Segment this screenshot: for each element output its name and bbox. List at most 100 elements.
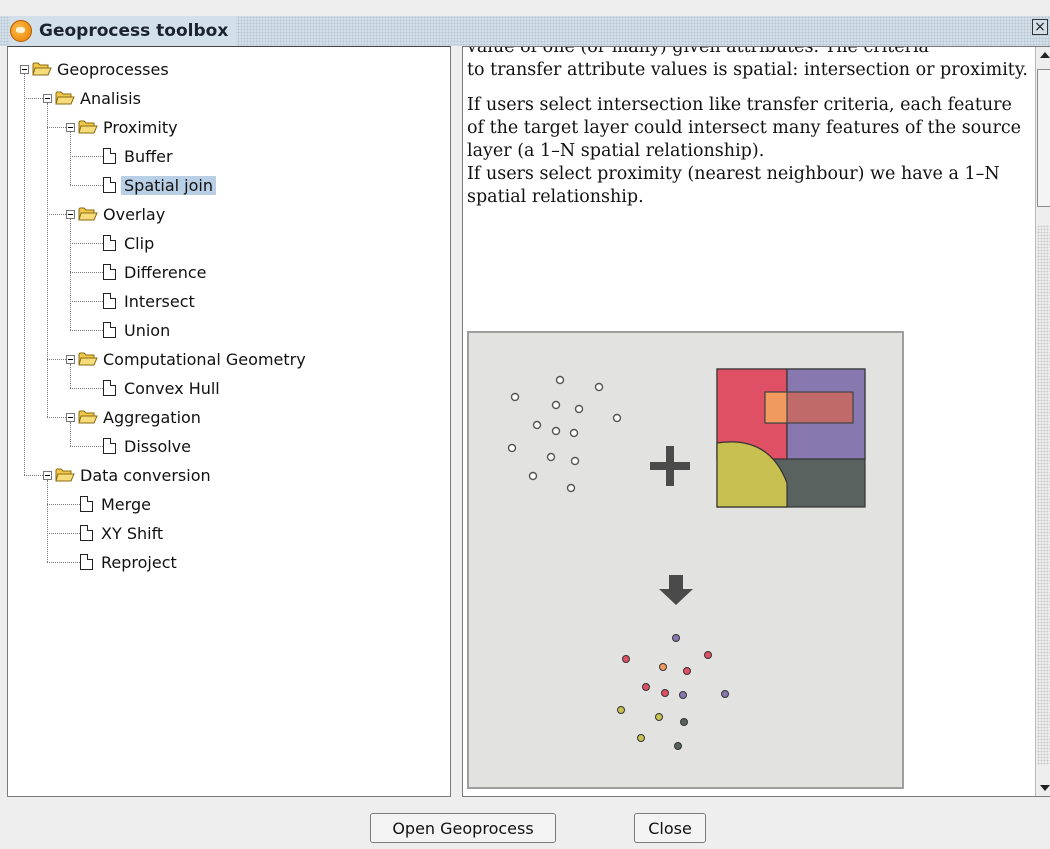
collapse-toggle-icon[interactable] [66,355,75,364]
collapse-toggle-icon[interactable] [66,123,75,132]
tree-node-merge[interactable]: Merge [80,492,151,516]
tree-connector-line [47,504,82,505]
tree-connector-line [47,480,48,562]
tree-connector-line [70,185,105,186]
tree-connector-line [70,364,71,388]
tree-node-intersect[interactable]: Intersect [103,289,195,313]
help-paragraph-2: If users select intersection like transf… [467,95,1022,161]
tree-connector-line [70,446,105,447]
tree-connector-line [70,330,105,331]
tree-node-buffer[interactable]: Buffer [103,144,173,168]
tree-node-label: Buffer [124,146,173,166]
title-bar: Geoprocess toolbox × [0,0,1050,46]
tree-node-dissolve[interactable]: Dissolve [103,434,191,458]
scroll-track[interactable] [1037,225,1050,765]
document-icon [80,496,93,512]
tree-node-label: Merge [101,494,151,514]
point [574,404,584,414]
folder-open-icon [78,119,98,135]
help-document: value of one (or many) given attributes.… [467,47,1032,209]
tree-node-computational-geometry[interactable]: Computational Geometry [78,347,306,371]
point [551,400,561,410]
tree-connector-line [70,243,105,244]
tree-node-proximity[interactable]: Proximity [78,115,178,139]
tree-node-union[interactable]: Union [103,318,170,342]
point [532,420,542,430]
tree-node-aggregation[interactable]: Aggregation [78,405,201,429]
tree-node-label: Reproject [101,552,177,572]
tree-node-overlay[interactable]: Overlay [78,202,165,226]
document-icon [103,177,116,193]
tree-connector-line [70,422,71,446]
point [655,713,663,721]
point [672,634,680,642]
window-close-button[interactable]: × [1032,19,1048,35]
document-icon [103,438,116,454]
collapse-toggle-icon[interactable] [66,210,75,219]
collapse-toggle-icon[interactable] [66,413,75,422]
result-points [617,634,729,750]
scroll-thumb[interactable] [1037,69,1050,207]
tree-node-data-conversion[interactable]: Data conversion [55,463,211,487]
gvsig-app-icon [10,20,32,42]
folder-open-icon [78,409,98,425]
tree-node-clip[interactable]: Clip [103,231,154,255]
close-button[interactable]: Close [634,813,706,843]
tree-node-label: Overlay [103,204,166,224]
tree-connector-line [70,272,105,273]
spatial-join-figure [467,331,904,789]
point [617,706,625,714]
point [570,456,580,466]
help-paragraph-1: to transfer attribute values is spatial:… [467,60,1028,80]
tree-node-reproject[interactable]: Reproject [80,550,177,574]
tree-node-geoprocesses[interactable]: Geoprocesses [32,57,169,81]
document-icon [103,380,116,396]
tree-connector-line [70,388,105,389]
document-icon [80,554,93,570]
tree-node-label: Spatial join [121,175,216,195]
geoprocess-tree: Geoprocesses Analisis Proximity Buffer Spati… [8,47,450,796]
window-title: Geoprocess toolbox [39,21,229,41]
document-icon [103,322,116,338]
folder-open-icon [32,61,52,77]
tree-node-label: Convex Hull [124,378,220,398]
plus-icon [650,446,690,486]
tree-node-xy-shift[interactable]: XY Shift [80,521,163,545]
point [680,718,688,726]
help-cut-line: value of one (or many) given attributes.… [467,46,929,57]
collapse-toggle-icon[interactable] [43,471,52,480]
tree-node-label: Computational Geometry [103,349,306,369]
point [683,667,691,675]
tree-node-analisis[interactable]: Analisis [55,86,141,110]
point [679,691,687,699]
document-icon [103,235,116,251]
tree-node-label: Geoprocesses [57,59,169,79]
help-vertical-scrollbar[interactable] [1035,47,1050,796]
point [659,663,667,671]
scroll-down-button[interactable] [1036,780,1050,796]
scroll-up-button[interactable] [1036,47,1050,63]
collapse-toggle-icon[interactable] [20,65,29,74]
help-panel: value of one (or many) given attributes.… [462,46,1050,797]
polygon-layer [716,368,866,508]
tree-connector-line [70,219,71,330]
tree-node-convex-hull[interactable]: Convex Hull [103,376,220,400]
tree-node-difference[interactable]: Difference [103,260,206,284]
help-paragraph-3: If users select proximity (nearest neigh… [467,164,1000,207]
tree-node-spatial-join[interactable]: Spatial join [103,173,216,197]
point [612,413,622,423]
point [637,734,645,742]
point [622,655,630,663]
pane-splitter[interactable] [451,46,462,797]
open-geoprocess-button[interactable]: Open Geoprocess [370,813,556,843]
collapse-toggle-icon[interactable] [43,94,52,103]
point [704,651,712,659]
tree-connector-line [70,156,105,157]
folder-open-icon [55,467,75,483]
document-icon [103,264,116,280]
tree-node-label: Union [124,320,171,340]
down-arrow-icon [659,575,693,605]
tree-connector-line [24,74,25,475]
point [528,471,538,481]
title-label: Geoprocess toolbox [10,16,237,46]
